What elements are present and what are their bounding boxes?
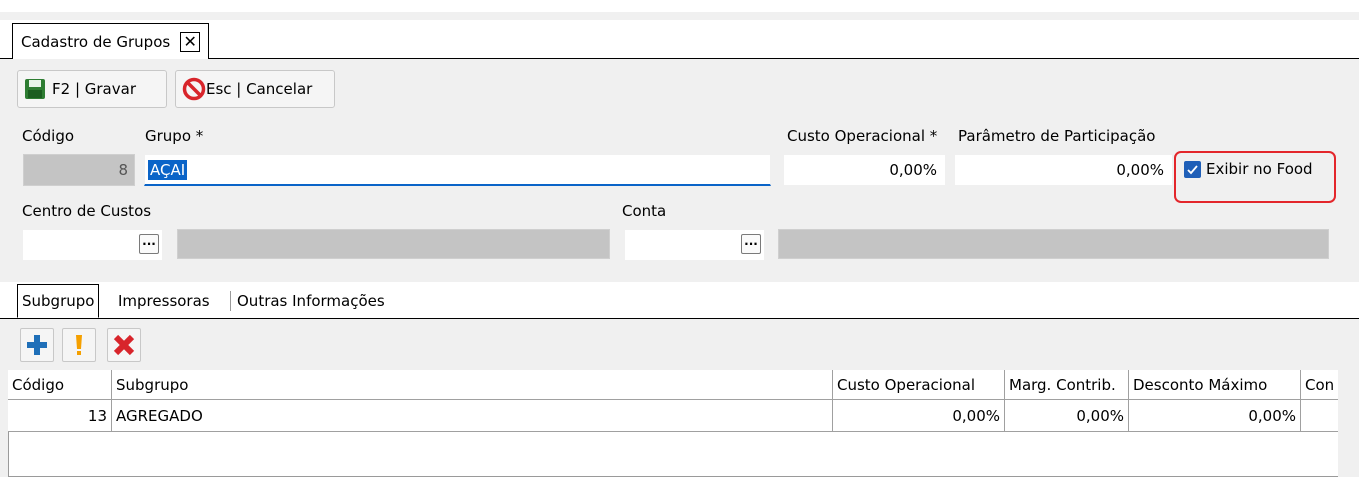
centro-de-custos-description <box>177 229 610 259</box>
parametro-participacao-value: 0,00% <box>1116 161 1164 179</box>
table-row-cell-desconto[interactable]: 0,00% <box>1129 400 1301 432</box>
column-header-subgrupo[interactable]: Subgrupo <box>112 370 833 400</box>
column-header-label: Custo Operacional <box>837 375 975 394</box>
cancel-button[interactable]: Esc | Cancelar <box>175 70 335 108</box>
column-header-codigo[interactable]: Código <box>8 370 112 400</box>
cell-value: 0,00% <box>1076 406 1124 425</box>
centro-de-custos-label: Centro de Custos <box>22 202 152 220</box>
delete-icon <box>112 333 136 357</box>
delete-button[interactable] <box>107 328 141 362</box>
tab-subgrupo[interactable]: Subgrupo <box>17 284 100 318</box>
edit-button[interactable] <box>62 328 96 362</box>
tab-impressoras-label: Impressoras <box>118 292 210 310</box>
column-header-label: Código <box>12 375 65 394</box>
cancel-label: Esc | Cancelar <box>206 80 313 98</box>
table-row-cell-con[interactable] <box>1301 400 1338 432</box>
top-gap <box>0 12 1359 20</box>
exibir-no-food-label: Exibir no Food <box>1206 160 1313 178</box>
table-row-cell-marg[interactable]: 0,00% <box>1005 400 1129 432</box>
cell-value: 0,00% <box>952 406 1000 425</box>
table-row-cell-subgrupo[interactable]: AGREGADO <box>112 400 833 432</box>
parametro-participacao-input[interactable]: 0,00% <box>954 154 1173 186</box>
edit-icon <box>67 333 91 357</box>
column-header-label: Con <box>1305 375 1335 394</box>
ellipsis-icon: ··· <box>142 237 156 251</box>
column-header-label: Marg. Contrib. <box>1009 375 1116 394</box>
custo-operacional-value: 0,00% <box>889 161 937 179</box>
grupo-input[interactable]: AÇAI <box>144 154 771 186</box>
codigo-value: 8 <box>118 161 128 179</box>
tab-outras-informacoes-label: Outras Informações <box>237 292 385 310</box>
conta-lookup-button[interactable]: ··· <box>741 234 761 254</box>
close-tab-button[interactable]: ✕ <box>180 31 201 52</box>
close-icon: ✕ <box>183 31 197 51</box>
tab-outras-informacoes[interactable]: Outras Informações <box>233 284 389 318</box>
custo-operacional-label: Custo Operacional * <box>787 127 938 145</box>
column-header-desconto-maximo[interactable]: Desconto Máximo <box>1129 370 1301 400</box>
tab-cadastro-de-grupos[interactable]: Cadastro de Grupos ✕ <box>12 23 210 59</box>
parametro-participacao-label: Parâmetro de Participação <box>958 127 1156 145</box>
grupo-value: AÇAI <box>148 159 188 180</box>
tab-separator <box>230 291 231 311</box>
codigo-field: 8 <box>23 154 135 186</box>
cell-value: 0,00% <box>1248 406 1296 425</box>
conta-label: Conta <box>622 202 667 220</box>
column-header-custo-operacional[interactable]: Custo Operacional <box>833 370 1005 400</box>
column-header-marg-contrib[interactable]: Marg. Contrib. <box>1005 370 1129 400</box>
cell-value: AGREGADO <box>116 406 203 425</box>
grupo-label: Grupo * <box>145 127 204 145</box>
checkbox-checked-icon <box>1184 160 1201 178</box>
tab-subgrupo-label: Subgrupo <box>22 292 95 310</box>
custo-operacional-input[interactable]: 0,00% <box>783 154 946 186</box>
codigo-label: Código <box>22 127 75 145</box>
table-row-cell-custo[interactable]: 0,00% <box>833 400 1005 432</box>
cancel-icon <box>182 77 206 101</box>
centro-de-custos-lookup-button[interactable]: ··· <box>139 234 159 254</box>
column-header-label: Desconto Máximo <box>1133 375 1268 394</box>
tab-impressoras[interactable]: Impressoras <box>114 284 214 318</box>
conta-description <box>778 229 1329 259</box>
column-header-con[interactable]: Con <box>1301 370 1338 400</box>
save-icon <box>24 78 46 100</box>
exibir-no-food-checkbox[interactable]: Exibir no Food <box>1184 160 1313 178</box>
table-row-cell-codigo[interactable]: 13 <box>8 400 112 432</box>
column-header-label: Subgrupo <box>116 375 189 394</box>
grid-scroll-area <box>1338 370 1359 477</box>
save-label: F2 | Gravar <box>52 80 136 98</box>
top-strip <box>0 0 1359 12</box>
save-button[interactable]: F2 | Gravar <box>17 70 167 108</box>
add-button[interactable] <box>20 328 54 362</box>
cell-value: 13 <box>87 406 107 425</box>
ellipsis-icon: ··· <box>744 237 758 251</box>
tab-title: Cadastro de Grupos <box>21 32 171 51</box>
add-icon <box>25 333 49 357</box>
